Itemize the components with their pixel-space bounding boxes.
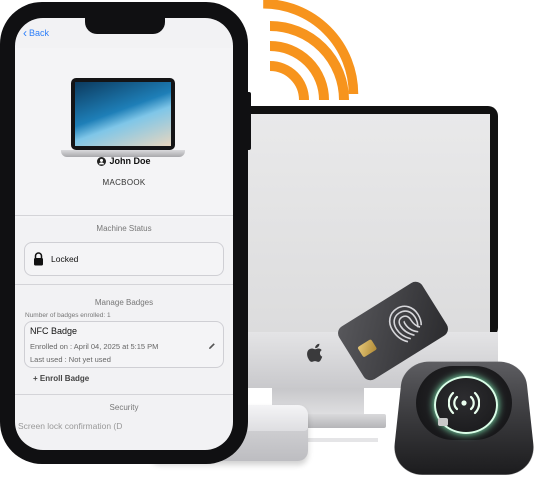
machine-status-value: Locked (51, 254, 79, 264)
contactless-icon (448, 391, 480, 415)
security-title: Security (109, 403, 139, 412)
chip-icon (357, 338, 378, 358)
back-label: Back (29, 28, 50, 38)
wireless-signal-icon (263, 0, 359, 100)
notch (85, 18, 165, 34)
fingerprint-icon (388, 305, 422, 343)
enroll-badge-button[interactable]: + Enroll Badge (33, 374, 89, 383)
machine-name: MACBOOK (102, 178, 146, 187)
cable (306, 438, 378, 442)
imac-screen (236, 106, 498, 338)
lock-icon (34, 252, 43, 266)
laptop-lid (71, 78, 175, 150)
machine-status-card: Locked (24, 242, 224, 276)
chevron-left-icon: ‹ (23, 25, 27, 40)
apple-logo-icon (307, 343, 323, 362)
badge-enrolled: Enrolled on : April 04, 2025 at 5:15 PM (30, 342, 159, 351)
screen-lock-confirmation-row[interactable]: Screen lock confirmation (D (18, 421, 122, 431)
reader-slot (438, 418, 448, 426)
user-name-text: John Doe (109, 156, 151, 166)
laptop-display (75, 82, 171, 146)
user-name: John Doe (15, 156, 233, 166)
badge-card[interactable]: NFC Badge Enrolled on : April 04, 2025 a… (24, 321, 224, 368)
phone-screen: ‹ Back John Doe MACBOOK Machine Status L… (15, 18, 233, 450)
back-button[interactable]: ‹ Back (23, 25, 50, 40)
manage-badges-title: Manage Badges (94, 298, 154, 307)
machine-status-title: Machine Status (96, 224, 152, 233)
phone-button (246, 92, 251, 150)
device-hero (15, 48, 233, 218)
phone-button (0, 96, 2, 132)
badge-count: Number of badges enrolled: 1 (25, 312, 111, 319)
imac-display (244, 114, 490, 332)
pencil-icon[interactable] (208, 342, 216, 350)
phone: ‹ Back John Doe MACBOOK Machine Status L… (0, 2, 251, 464)
divider (15, 284, 233, 285)
macbook-image (61, 78, 185, 158)
badge-last-used: Last used : Not yet used (30, 355, 111, 364)
divider (15, 215, 233, 216)
badge-name: NFC Badge (30, 326, 78, 336)
nfc-reader (391, 354, 537, 475)
divider (15, 394, 233, 395)
phone-button (0, 140, 2, 176)
person-icon (97, 156, 107, 166)
